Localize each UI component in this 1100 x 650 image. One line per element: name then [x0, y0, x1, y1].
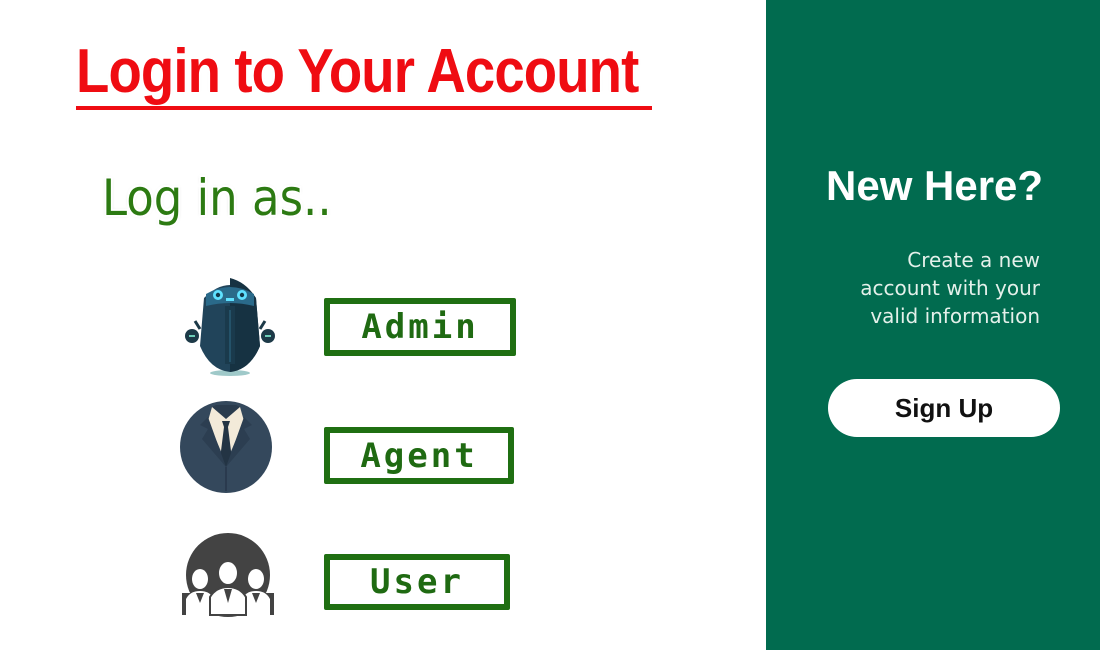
signup-button[interactable]: Sign Up — [828, 379, 1060, 437]
signup-description-line: Create a new — [907, 248, 1040, 272]
login-page: Login to Your Account Log in as.. Admin … — [0, 0, 1100, 650]
signup-description-line: valid information — [870, 304, 1040, 328]
signup-description: Create a new account with your valid inf… — [840, 246, 1040, 330]
user-group-icon — [180, 527, 280, 627]
robot-admin-icon — [180, 276, 280, 376]
suit-agent-icon — [178, 397, 278, 497]
user-login-button[interactable]: User — [324, 554, 510, 610]
title-underline — [76, 106, 652, 110]
signup-heading: New Here? — [826, 162, 1044, 209]
signup-description-line: account with your — [860, 276, 1040, 300]
login-section: Login to Your Account Log in as.. Admin … — [0, 0, 766, 650]
agent-login-button[interactable]: Agent — [324, 427, 514, 484]
page-title: Login to Your Account — [76, 37, 639, 106]
admin-login-button[interactable]: Admin — [324, 298, 516, 356]
login-as-heading: Log in as.. — [102, 169, 332, 227]
